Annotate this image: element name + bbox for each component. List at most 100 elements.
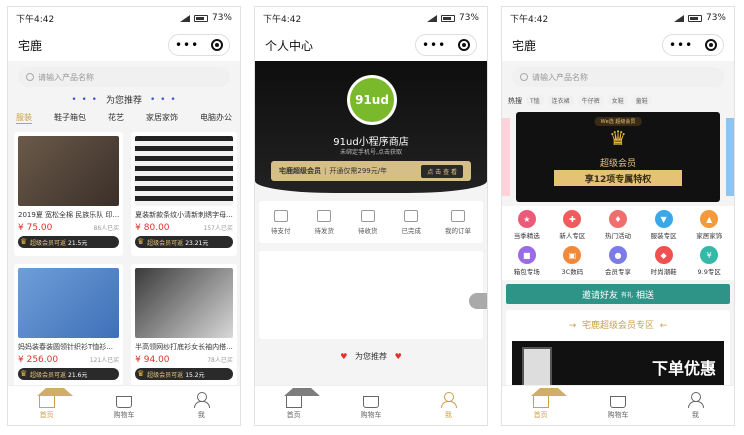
vip-banner[interactable]: Ｗe选 超级会员 ♛ 超级会员 享12项专属特权 bbox=[502, 112, 734, 202]
tab-me[interactable]: 我 bbox=[657, 386, 734, 425]
product-card[interactable]: 半高领网纱打底衫女长袖内搭... ¥ 94.00 78人已买 ♛ 超级会员可返 15.… bbox=[131, 264, 237, 388]
home-icon bbox=[36, 388, 73, 408]
cat-clothing[interactable]: ▼ 服装专区 bbox=[641, 210, 687, 240]
tab-home[interactable]: 家居家饰 bbox=[146, 112, 178, 124]
category-icons: ★ 当季精选 ✚ 新人专区 ♦ 热门活动 ▼ 服装专区 ▲ 家居家饰 ■ 箱包专场 ▣ 3C数… bbox=[502, 206, 734, 280]
nav-bar: 个人中心 ••• bbox=[255, 29, 487, 61]
search-input[interactable]: 请输入产品名称 bbox=[512, 67, 724, 87]
tab-cart[interactable]: 购物车 bbox=[579, 386, 656, 425]
profile-header: 91ud 91ud小程序商店 未绑定手机号,点击获取 宅鹿超级会员 | 开通仅需29… bbox=[255, 61, 487, 193]
tab-cart[interactable]: 购物车 bbox=[332, 386, 409, 425]
vip-rebate-badge: ♛ 超级会员可返 21.5元 bbox=[18, 236, 120, 248]
box-icon bbox=[317, 209, 332, 222]
product-card[interactable]: 夏装新款条纹小清新刺绣字母... ¥ 80.00 157人已买 ♛ 超级会员可返 23… bbox=[131, 132, 237, 256]
price-tag-icon: ¥ bbox=[700, 246, 719, 264]
vip-rebate-badge: ♛ 超级会员可返 23.21元 bbox=[135, 236, 233, 248]
status-bar: 下午4:42 73% bbox=[502, 7, 734, 29]
vip-bar: 宅鹿超级会员 | 开通仅需299元/年 点 击 查 看 bbox=[271, 161, 471, 181]
star-icon: ★ bbox=[517, 210, 536, 228]
tab-home-page[interactable]: 首页 bbox=[255, 386, 332, 425]
cat-home[interactable]: ▲ 家居家饰 bbox=[686, 210, 732, 240]
mini-program-capsule[interactable]: ••• bbox=[168, 34, 230, 56]
crown-icon: ♛ bbox=[137, 237, 145, 246]
order-unpaid[interactable]: 待支付 bbox=[271, 209, 291, 235]
close-target-icon[interactable] bbox=[458, 39, 471, 51]
vip-zone-title: 宅鹿超级会员专区 bbox=[581, 321, 654, 331]
user-icon bbox=[194, 391, 211, 408]
product-image bbox=[18, 268, 120, 338]
crown-icon: ♛ bbox=[609, 126, 627, 150]
vip-view-button[interactable]: 点 击 查 看 bbox=[421, 164, 463, 178]
tab-me[interactable]: 我 bbox=[410, 386, 487, 425]
vip-rebate-badge: ♛ 超级会员可返 21.6元 bbox=[18, 368, 120, 380]
product-image bbox=[135, 136, 233, 206]
more-icon[interactable]: ••• bbox=[422, 39, 446, 51]
floating-eye-button[interactable] bbox=[469, 293, 487, 309]
tab-home-page[interactable]: 首页 bbox=[502, 386, 579, 425]
product-image bbox=[135, 268, 233, 338]
product-name: 2019夏 宽松全棉 民族乐队 印... bbox=[18, 211, 120, 219]
battery-icon bbox=[440, 14, 455, 22]
empty-panel bbox=[259, 251, 483, 339]
tab-me[interactable]: 我 bbox=[163, 386, 240, 425]
product-name: 妈妈装春装圆领针织衫T恤衫... bbox=[18, 343, 113, 351]
hot-word[interactable]: 连衣裙 bbox=[547, 95, 574, 106]
product-image bbox=[18, 136, 120, 206]
status-bar: 下午4:42 73% bbox=[255, 7, 487, 29]
vip-zone-image[interactable]: 下单优惠 bbox=[512, 341, 724, 391]
order-to-receive[interactable]: 待收货 bbox=[358, 209, 378, 235]
cat-9-9[interactable]: ¥9.9专区 bbox=[686, 246, 732, 276]
product-sales: 78人已买 bbox=[207, 357, 233, 364]
more-icon[interactable]: ••• bbox=[175, 39, 199, 51]
product-name: 半高领网纱打底衫女长袖内搭... bbox=[135, 343, 233, 351]
hot-word[interactable]: 女鞋 bbox=[607, 95, 628, 106]
crown-icon: ♛ bbox=[20, 237, 28, 246]
tab-bar: 首页 购物车 我 bbox=[255, 385, 487, 425]
cat-digital[interactable]: ▣ 3C数码 bbox=[550, 246, 596, 276]
mini-program-capsule[interactable]: ••• bbox=[662, 34, 724, 56]
tab-flowers[interactable]: 花艺 bbox=[108, 112, 124, 124]
page-title: 宅鹿 bbox=[512, 38, 537, 53]
mini-program-capsule[interactable]: ••• bbox=[415, 34, 477, 56]
cat-events[interactable]: ♦ 热门活动 bbox=[595, 210, 641, 240]
banner-ribbon: 享12项专属特权 bbox=[554, 170, 682, 186]
hot-word[interactable]: 牛仔裤 bbox=[577, 95, 604, 106]
cat-newbie[interactable]: ✚ 新人专区 bbox=[550, 210, 596, 240]
close-target-icon[interactable] bbox=[211, 39, 224, 51]
my-orders[interactable]: 我的订单 bbox=[445, 209, 471, 235]
product-card[interactable]: 妈妈装春装圆领针织衫T恤衫... ¥ 256.00 121人已买 ♛ 超级会员可返 2… bbox=[14, 264, 124, 388]
vip-rebate-badge: ♛ 超级会员可返 15.2元 bbox=[135, 368, 233, 380]
user-icon bbox=[688, 391, 705, 408]
cat-shoes[interactable]: ◆ 时尚潮鞋 bbox=[641, 246, 687, 276]
shop-name: 91ud小程序商店 bbox=[333, 137, 409, 148]
hot-word[interactable]: T恤 bbox=[526, 95, 544, 106]
phone-home-alt: 下午4:42 73% 宅鹿 ••• 请输入产品名称 热搜 T恤 连衣裙 牛仔裤 … bbox=[501, 6, 735, 426]
bind-phone-link[interactable]: 未绑定手机号,点击获取 bbox=[255, 147, 487, 156]
tab-office[interactable]: 电脑办公 bbox=[200, 112, 232, 124]
cat-member[interactable]: ● 会员专享 bbox=[595, 246, 641, 276]
product-card[interactable]: 2019夏 宽松全棉 民族乐队 印... ¥ 75.00 86人已买 ♛ 超级会员可… bbox=[14, 132, 124, 256]
product-sales: 157人已买 bbox=[203, 225, 233, 232]
tab-clothing[interactable]: 服装 bbox=[16, 112, 32, 124]
invite-banner[interactable]: 邀请好友 有礼 相送 bbox=[506, 284, 730, 304]
search-input[interactable]: 请输入产品名称 bbox=[18, 67, 230, 87]
crown-icon: ♛ bbox=[20, 369, 28, 378]
tab-home-page[interactable]: 首页 bbox=[8, 386, 85, 425]
order-to-ship[interactable]: 待发货 bbox=[315, 209, 334, 235]
hot-word[interactable]: 童鞋 bbox=[631, 95, 652, 106]
cart-icon bbox=[115, 395, 132, 408]
tab-bags[interactable]: 鞋子箱包 bbox=[54, 112, 86, 124]
more-icon[interactable]: ••• bbox=[669, 39, 693, 51]
order-completed[interactable]: 已完成 bbox=[402, 209, 421, 235]
truck-icon bbox=[360, 209, 375, 222]
vip-desc: 开通仅需299元/年 bbox=[329, 167, 388, 175]
cat-bags[interactable]: ■ 箱包专场 bbox=[504, 246, 550, 276]
phone-home: 下午4:42 73% 宅鹿 ••• 请输入产品名称 • • • 为您推荐 • • •… bbox=[7, 6, 241, 426]
tab-cart[interactable]: 购物车 bbox=[85, 386, 162, 425]
close-target-icon[interactable] bbox=[705, 39, 718, 51]
bag-icon: ■ bbox=[517, 246, 536, 264]
signal-icon bbox=[426, 14, 437, 22]
cat-seasonal[interactable]: ★ 当季精选 bbox=[504, 210, 550, 240]
banner-title: 超级会员 bbox=[599, 159, 636, 169]
tab-bar: 首页 购物车 我 bbox=[8, 385, 240, 425]
